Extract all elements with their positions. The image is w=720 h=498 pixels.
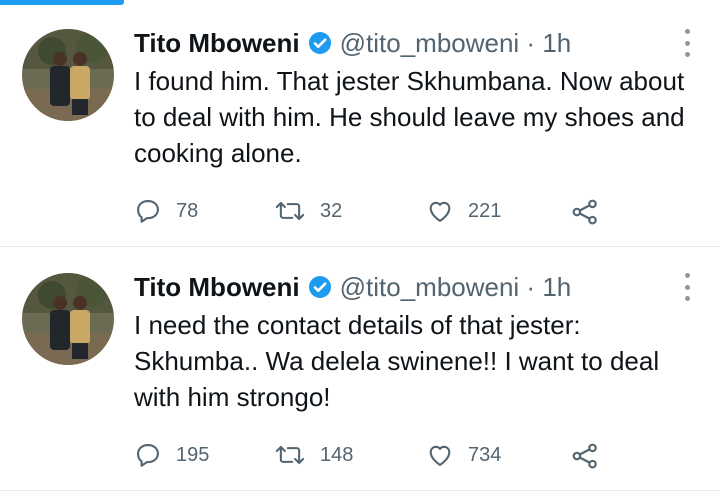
like-button[interactable]: 221 bbox=[426, 197, 501, 225]
like-button[interactable]: 734 bbox=[426, 441, 501, 469]
retweet-icon bbox=[275, 201, 305, 221]
retweet-button[interactable]: 32 bbox=[274, 197, 342, 225]
retweet-button[interactable]: 148 bbox=[274, 441, 353, 469]
tweet-text: I need the contact details of that jeste… bbox=[134, 310, 660, 412]
heart-icon bbox=[429, 445, 451, 466]
retweet-count: 32 bbox=[320, 199, 343, 222]
tweet-text: I found him. That jester Skhumbana. Now … bbox=[134, 66, 685, 168]
verified-badge-icon bbox=[308, 275, 332, 299]
verified-badge-icon bbox=[308, 31, 332, 55]
author-handle[interactable]: @tito_mboweni · 1h bbox=[340, 272, 572, 303]
reply-icon bbox=[137, 444, 159, 467]
avatar[interactable] bbox=[22, 273, 114, 365]
tweet-actions: 78 32 221 bbox=[134, 197, 614, 227]
share-icon bbox=[572, 199, 597, 225]
tweet-actions: 195 148 734 bbox=[134, 441, 614, 471]
share-button[interactable] bbox=[570, 197, 600, 227]
like-count: 734 bbox=[468, 443, 502, 466]
reply-button[interactable]: 195 bbox=[134, 441, 209, 469]
share-button[interactable] bbox=[570, 441, 600, 471]
reply-icon bbox=[137, 200, 159, 223]
divider bbox=[0, 246, 720, 247]
tweet-header: Tito Mboweni @tito_mboweni · 1h bbox=[134, 267, 571, 307]
like-count: 221 bbox=[468, 199, 502, 222]
avatar[interactable] bbox=[22, 29, 114, 121]
tweet-card[interactable]: Tito Mboweni @tito_mboweni · 1h I found … bbox=[0, 5, 720, 245]
heart-icon bbox=[429, 201, 451, 222]
reply-count: 78 bbox=[176, 199, 199, 222]
author-handle[interactable]: @tito_mboweni · 1h bbox=[340, 28, 572, 59]
retweet-icon bbox=[275, 445, 305, 465]
author-name[interactable]: Tito Mboweni bbox=[134, 272, 300, 303]
divider bbox=[0, 490, 720, 491]
retweet-count: 148 bbox=[320, 443, 354, 466]
more-vertical-icon[interactable] bbox=[682, 273, 692, 301]
tweet-card[interactable]: Tito Mboweni @tito_mboweni · 1h I need t… bbox=[0, 249, 720, 489]
reply-count: 195 bbox=[176, 443, 210, 466]
author-name[interactable]: Tito Mboweni bbox=[134, 28, 300, 59]
reply-button[interactable]: 78 bbox=[134, 197, 198, 225]
tweet-header: Tito Mboweni @tito_mboweni · 1h bbox=[134, 23, 571, 63]
more-vertical-icon[interactable] bbox=[682, 29, 692, 57]
share-icon bbox=[572, 443, 597, 469]
